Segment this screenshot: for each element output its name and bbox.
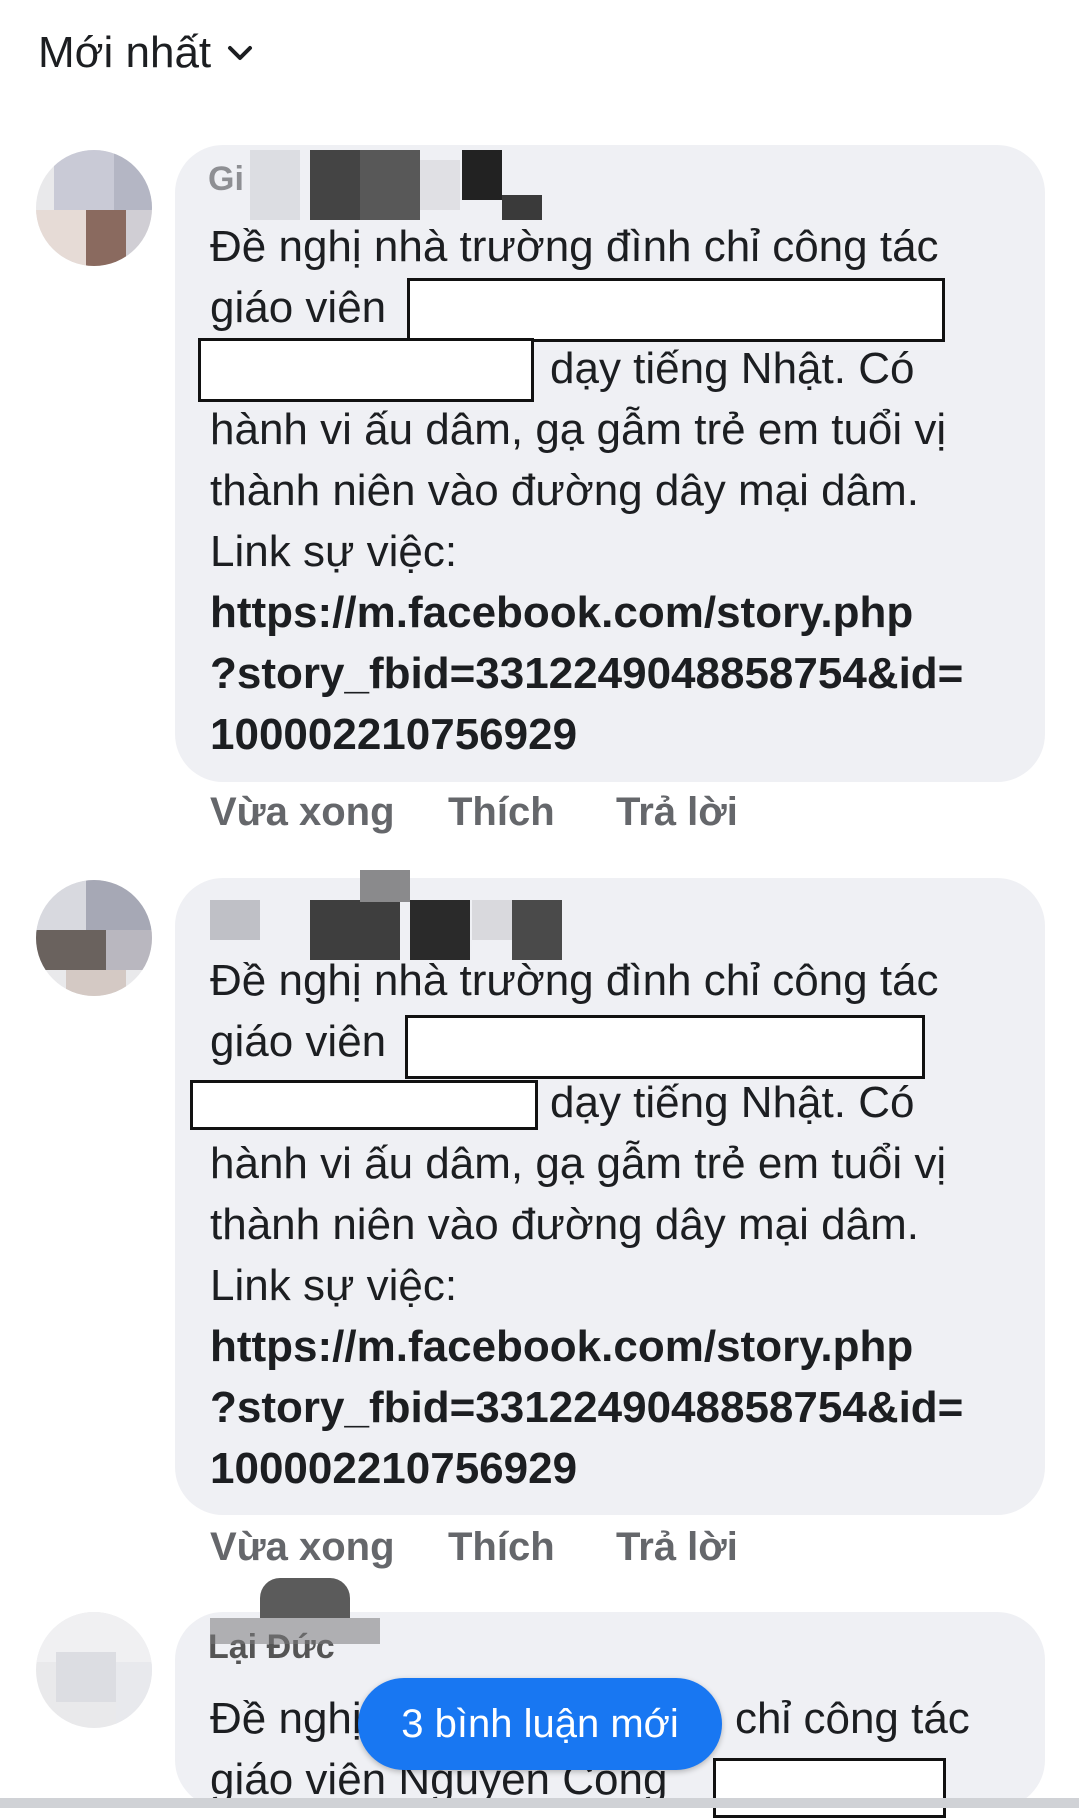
name-mosaic (200, 1578, 400, 1648)
redaction-box (713, 1758, 946, 1818)
avatar[interactable] (36, 1612, 152, 1728)
text-line: hành vi ấu dâm, gạ gẫm trẻ em tuổi vị (210, 405, 947, 454)
link-line[interactable]: ?story_fbid=3312249048858754&id= (210, 643, 1030, 704)
timestamp: Vừa xong (210, 1525, 395, 1569)
text-fragment: chỉ công tác (735, 1694, 970, 1743)
redaction-box (405, 1015, 925, 1079)
text-line: Link sự việc: (210, 1261, 458, 1310)
like-button[interactable]: Thích (448, 1525, 616, 1570)
text-line: Đề nghị nhà trường đình chỉ công tác (210, 956, 939, 1005)
redaction-box (407, 278, 945, 342)
new-comments-button[interactable]: 3 bình luận mới (358, 1678, 722, 1770)
text-line: thành niên vào đường dây mại dâm. (210, 466, 919, 515)
redaction-box (198, 338, 534, 402)
link-line[interactable]: 100002210756929 (210, 704, 1030, 765)
text-fragment: Đề nghị (210, 1694, 362, 1743)
text-line: thành niên vào đường dây mại dâm. (210, 1200, 919, 1249)
link-line[interactable]: https://m.facebook.com/story.php (210, 1316, 1030, 1377)
timestamp: Vừa xong (210, 790, 395, 834)
like-button[interactable]: Thích (448, 790, 616, 835)
comment-actions: Vừa xong Thích Trả lời (210, 790, 738, 835)
link-line[interactable]: ?story_fbid=3312249048858754&id= (210, 1377, 1030, 1438)
sort-dropdown[interactable]: Mới nhất (38, 28, 255, 78)
sort-label: Mới nhất (38, 28, 212, 77)
avatar[interactable] (36, 880, 152, 996)
link-line[interactable]: https://m.facebook.com/story.php (210, 582, 1030, 643)
chevron-down-icon (228, 46, 253, 60)
bottom-edge (0, 1798, 1079, 1808)
name-mosaic (210, 150, 570, 220)
link-line[interactable]: 100002210756929 (210, 1438, 1030, 1499)
text-line: hành vi ấu dâm, gạ gẫm trẻ em tuổi vị (210, 1139, 947, 1188)
avatar[interactable] (36, 150, 152, 266)
text-line: Đề nghị nhà trường đình chỉ công tác (210, 222, 939, 271)
redaction-box (190, 1080, 538, 1130)
reply-button[interactable]: Trả lời (616, 1525, 738, 1570)
comment-actions: Vừa xong Thích Trả lời (210, 1525, 738, 1570)
text-line: Link sự việc: (210, 527, 458, 576)
reply-button[interactable]: Trả lời (616, 790, 738, 835)
